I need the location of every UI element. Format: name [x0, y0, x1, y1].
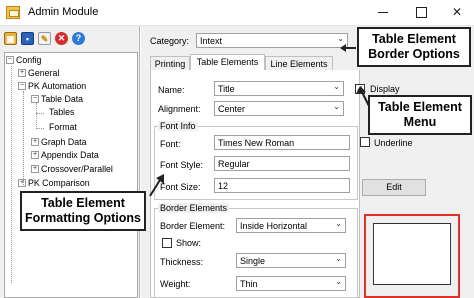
callout-border-options: Table Element Border Options	[357, 27, 471, 67]
callout-element-menu: Table Element Menu	[368, 95, 472, 135]
callout-formatting-options: Table Element Formatting Options	[20, 191, 146, 231]
